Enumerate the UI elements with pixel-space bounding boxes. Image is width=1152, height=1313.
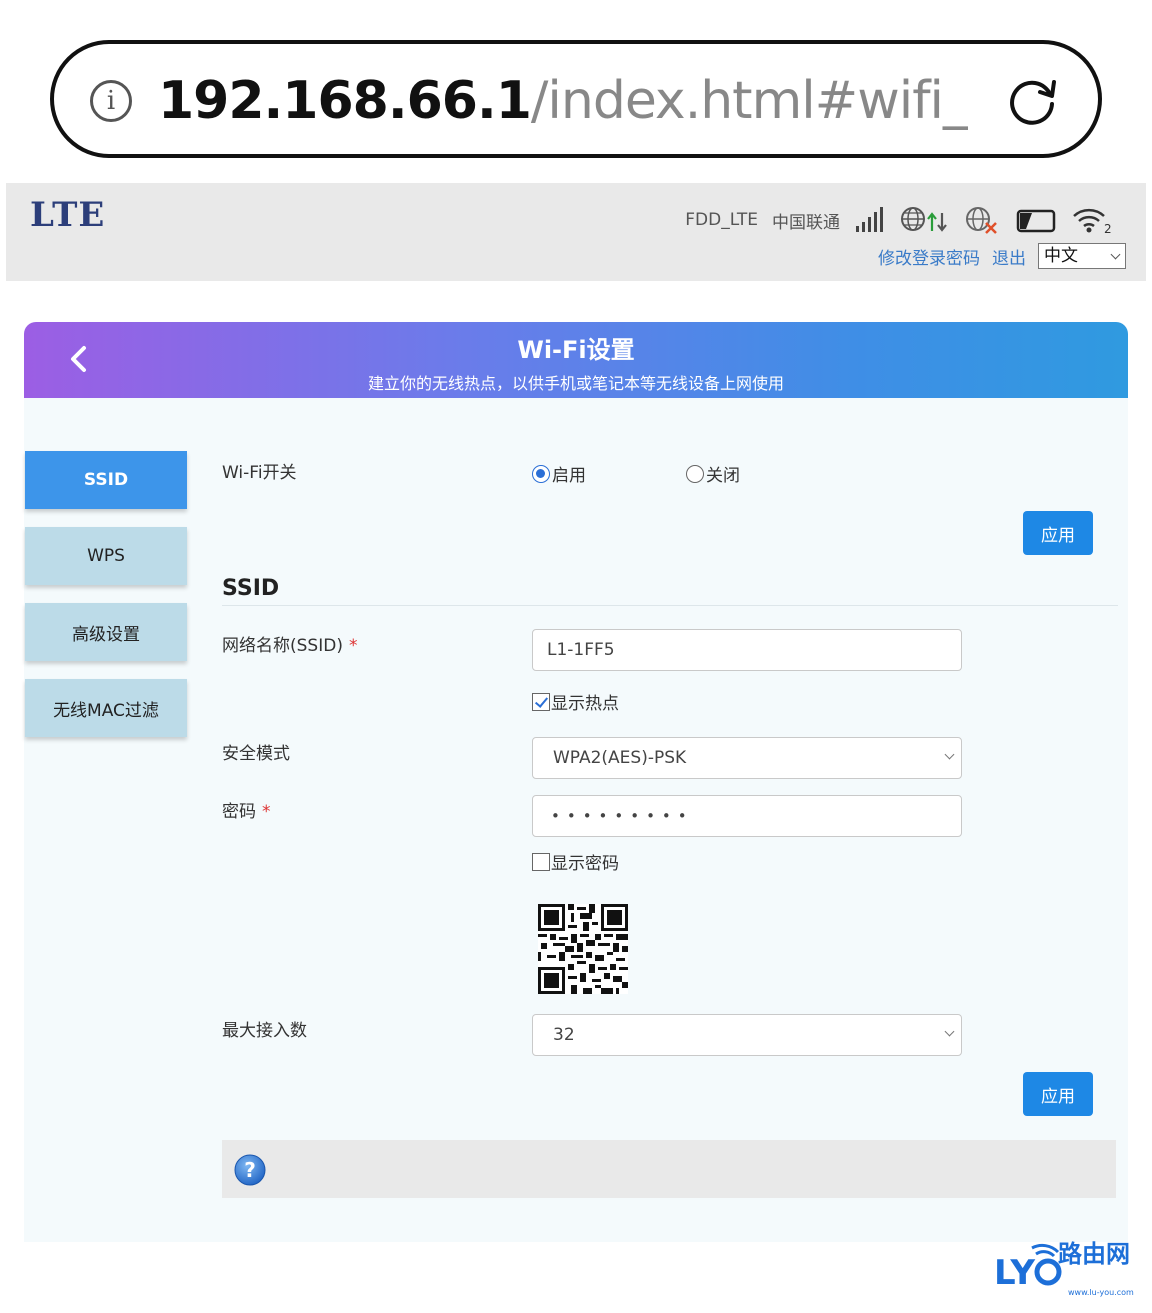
show-password-label: 显示密码 <box>551 854 619 874</box>
battery-icon <box>1016 209 1056 233</box>
router-header: LTE FDD_LTE 中国联通 2 修改登录密码 退出 中文 <box>6 183 1146 281</box>
checkbox-checked-icon <box>532 692 550 711</box>
info-icon[interactable]: i <box>90 80 132 122</box>
ssid-apply-button[interactable]: 应用 <box>1023 1072 1093 1116</box>
show-password-checkbox[interactable]: 显示密码 <box>532 849 619 874</box>
help-icon[interactable]: ? <box>234 1154 266 1186</box>
sidebar-item-ssid[interactable]: SSID <box>25 451 187 509</box>
wifi-clients-icon: 2 <box>1073 208 1112 234</box>
page-banner: Wi-Fi设置 建立你的无线热点，以供手机或笔记本等无线设备上网使用 <box>24 322 1128 398</box>
logo: LTE <box>30 195 106 235</box>
required-mark: * <box>262 802 271 822</box>
address-bar[interactable]: i 192.168.66.1/index.html#wifi_ma <box>50 40 1102 158</box>
password-label-text: 密码 <box>222 802 256 822</box>
language-select[interactable]: 中文 <box>1038 243 1126 269</box>
broadcast-ssid-label: 显示热点 <box>551 694 619 714</box>
ssid-name-input[interactable]: L1-1FF5 <box>532 629 962 671</box>
max-clients-select[interactable]: 32 <box>532 1014 962 1056</box>
ssid-section-title: SSID <box>222 576 280 601</box>
carrier-name: 中国联通 <box>772 212 840 233</box>
max-clients-label: 最大接入数 <box>222 1021 307 1041</box>
status-bar: FDD_LTE 中国联通 2 <box>685 203 1112 237</box>
lyq-logo-icon: LY <box>994 1243 1062 1293</box>
site-watermark: LY 路由网 www.lu-you.com <box>992 1232 1142 1304</box>
security-mode-label: 安全模式 <box>222 744 290 764</box>
roaming-disabled-icon <box>966 207 997 234</box>
wifi-settings-panel: Wi-Fi设置 建立你的无线热点，以供手机或笔记本等无线设备上网使用 SSID … <box>24 322 1128 1242</box>
broadcast-ssid-checkbox[interactable]: 显示热点 <box>532 689 619 714</box>
radio-checked-icon <box>532 464 550 483</box>
ssid-name-label-text: 网络名称(SSID) <box>222 636 343 656</box>
reload-icon[interactable] <box>1004 72 1062 130</box>
svg-text:?: ? <box>244 1158 256 1182</box>
password-input[interactable]: ••••••••• <box>532 795 962 837</box>
sidebar-item-mac-filter[interactable]: 无线MAC过滤 <box>25 679 187 737</box>
url-host: 192.168.66.1 <box>158 71 532 131</box>
password-label: 密码 * <box>222 797 271 822</box>
svg-text:LY: LY <box>994 1253 1035 1293</box>
wifi-off-radio[interactable]: 关闭 <box>686 461 740 486</box>
wifi-on-radio[interactable]: 启用 <box>532 461 586 486</box>
svg-text:2: 2 <box>1104 222 1112 234</box>
signal-strength-icon <box>856 207 883 232</box>
page-subtitle: 建立你的无线热点，以供手机或笔记本等无线设备上网使用 <box>367 374 784 393</box>
help-bar: ? <box>222 1140 1116 1198</box>
security-mode-select[interactable]: WPA2(AES)-PSK <box>532 737 962 779</box>
checkbox-unchecked-icon <box>532 852 550 871</box>
wifi-qr-code-icon <box>538 904 628 994</box>
wifi-switch-label: Wi-Fi开关 <box>222 463 297 483</box>
page-title: Wi-Fi设置 <box>517 336 635 364</box>
header-links: 修改登录密码 退出 中文 <box>878 243 1126 269</box>
sidebar-item-advanced[interactable]: 高级设置 <box>25 603 187 661</box>
required-mark: * <box>348 636 358 656</box>
url-path: /index.html#wifi_ma <box>530 71 968 131</box>
network-type: FDD_LTE <box>685 210 758 230</box>
ssid-name-label: 网络名称(SSID) * <box>222 631 357 656</box>
watermark-text: 路由网 <box>1058 1240 1130 1268</box>
wifi-on-label: 启用 <box>552 466 586 486</box>
section-divider <box>222 605 1118 606</box>
url-text[interactable]: 192.168.66.1/index.html#wifi_ma <box>158 66 968 136</box>
internet-connected-icon <box>901 207 947 232</box>
sidebar-item-wps[interactable]: WPS <box>25 527 187 585</box>
wifi-off-label: 关闭 <box>706 466 740 486</box>
watermark-url: www.lu-you.com <box>1068 1288 1134 1297</box>
logout-link[interactable]: 退出 <box>992 244 1026 269</box>
wifi-switch-apply-button[interactable]: 应用 <box>1023 511 1093 555</box>
change-password-link[interactable]: 修改登录密码 <box>878 244 980 269</box>
radio-unchecked-icon <box>686 464 704 483</box>
